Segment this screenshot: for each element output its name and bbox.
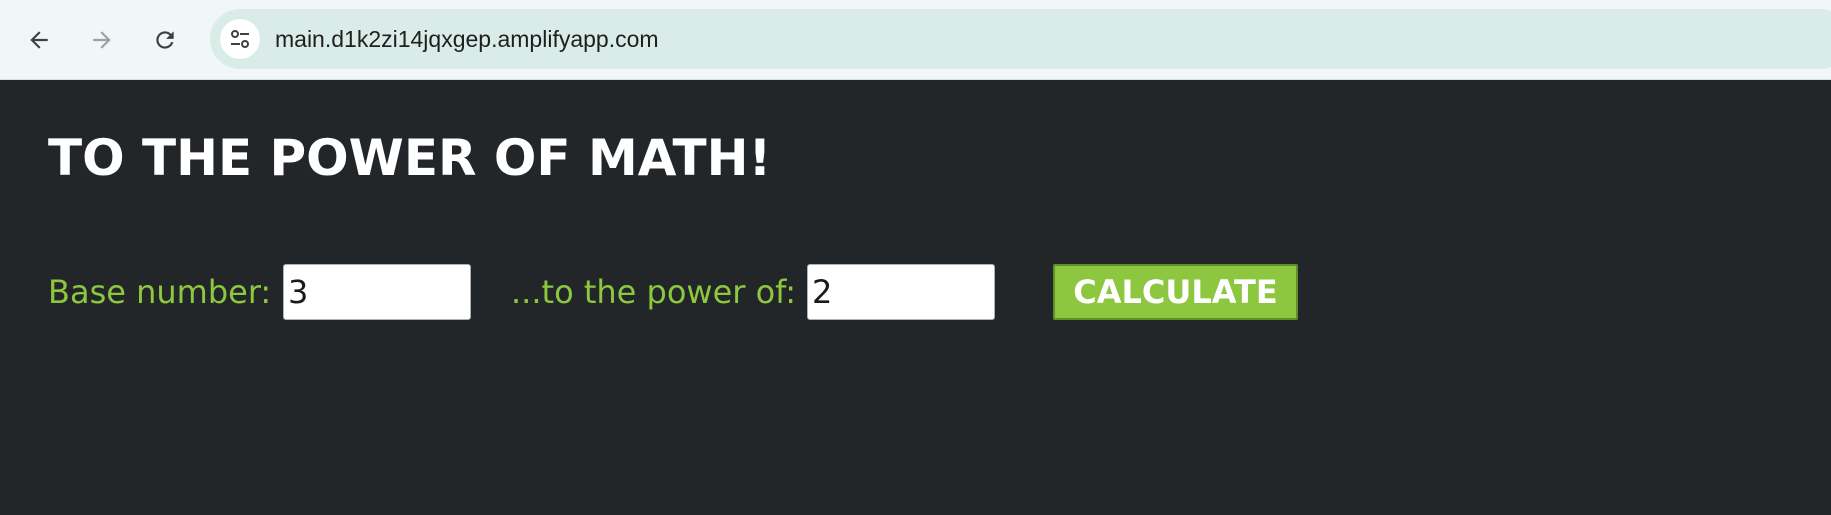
back-button[interactable] xyxy=(19,20,59,60)
power-input[interactable] xyxy=(807,264,995,320)
browser-toolbar: main.d1k2zi14jqxgep.amplifyapp.com xyxy=(0,0,1831,80)
page-title: TO THE POWER OF MATH! xyxy=(48,129,772,187)
base-number-label: Base number: xyxy=(48,273,272,311)
url-text[interactable]: main.d1k2zi14jqxgep.amplifyapp.com xyxy=(275,9,659,69)
forward-button[interactable] xyxy=(82,20,122,60)
reload-icon xyxy=(156,31,174,49)
back-arrow-icon xyxy=(30,31,48,49)
power-label: ...to the power of: xyxy=(511,273,797,311)
reload-button[interactable] xyxy=(145,20,185,60)
calculate-button[interactable]: CALCULATE xyxy=(1053,264,1298,320)
base-number-input[interactable] xyxy=(283,264,471,320)
site-info-button[interactable] xyxy=(220,19,260,59)
page-content: TO THE POWER OF MATH! Base number: ...to… xyxy=(0,80,1831,515)
forward-arrow-icon xyxy=(93,31,111,49)
tune-icon xyxy=(231,30,249,48)
address-bar[interactable]: main.d1k2zi14jqxgep.amplifyapp.com xyxy=(210,9,1831,69)
